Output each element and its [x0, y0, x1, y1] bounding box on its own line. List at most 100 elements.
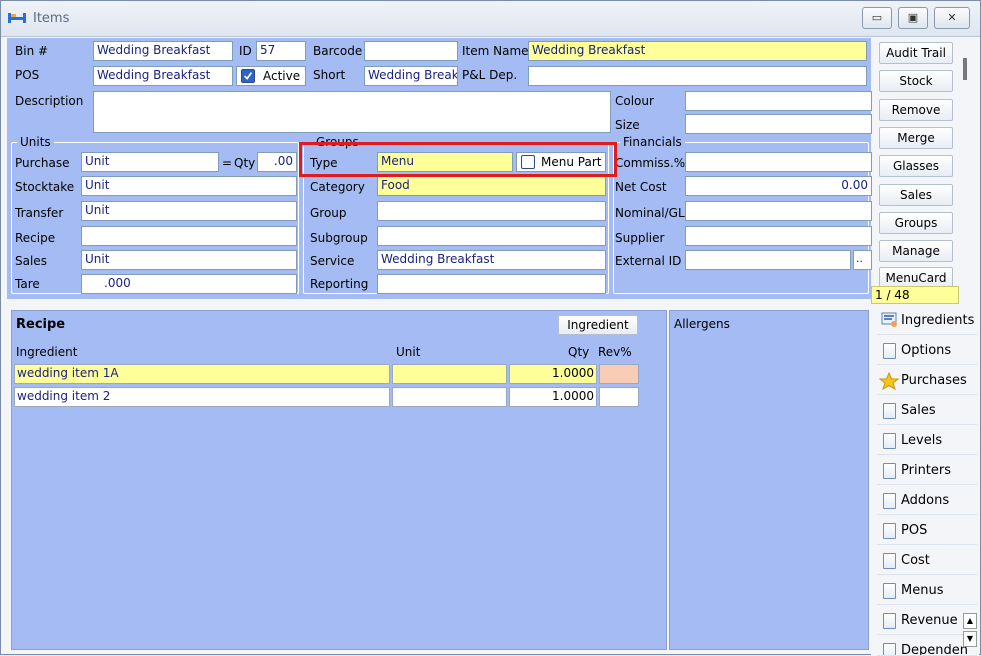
supplier-field[interactable]: [685, 226, 872, 246]
tab-label: Printers: [901, 463, 952, 478]
tab-levels[interactable]: Levels: [877, 427, 977, 455]
groups-button[interactable]: Groups: [879, 212, 953, 234]
recipe-unit-field[interactable]: [81, 226, 297, 246]
tab-label: Menus: [901, 583, 944, 598]
tab-options[interactable]: Options: [877, 337, 977, 365]
row-ingredient-cell[interactable]: wedding item 2: [14, 387, 390, 407]
subgroup-field[interactable]: [377, 226, 606, 246]
ingredient-button[interactable]: Ingredient: [558, 315, 638, 335]
pos-field[interactable]: Wedding Breakfast: [93, 66, 233, 86]
top-scrollbar[interactable]: [959, 38, 973, 300]
tab-purchases[interactable]: Purchases: [877, 367, 977, 395]
external-id-lookup-button[interactable]: ..: [853, 250, 872, 270]
manage-button[interactable]: Manage: [879, 240, 953, 262]
qty-label: Qty: [234, 156, 256, 170]
allergens-title: Allergens: [674, 317, 730, 331]
row-unit-cell[interactable]: [392, 387, 507, 407]
sales-unit-field[interactable]: Unit: [81, 250, 297, 270]
sales-unit-label: Sales: [15, 254, 47, 268]
sales-button[interactable]: Sales: [879, 184, 953, 206]
items-window: Items ▭ ▣ ✕ Bin # Wedding Breakfast ID 5…: [0, 0, 981, 656]
tab-ingredients[interactable]: Ingredients: [877, 307, 977, 335]
tab-cost[interactable]: Cost: [877, 547, 977, 575]
reporting-field[interactable]: [377, 274, 606, 294]
active-checkbox[interactable]: [241, 69, 255, 83]
tare-field[interactable]: .000: [81, 274, 297, 294]
document-icon: [883, 613, 896, 629]
size-field[interactable]: [685, 114, 872, 134]
tab-revenue[interactable]: Revenue: [877, 607, 977, 635]
nominal-field[interactable]: [685, 201, 872, 221]
minimize-button[interactable]: ▭: [862, 7, 892, 29]
external-id-field[interactable]: [685, 250, 851, 270]
allergens-panel: Allergens: [669, 310, 869, 650]
pos-label: POS: [15, 68, 40, 82]
supplier-label: Supplier: [615, 231, 665, 245]
maximize-button[interactable]: ▣: [898, 7, 928, 29]
id-field[interactable]: 57: [256, 41, 306, 61]
colour-label: Colour: [615, 94, 654, 108]
transfer-field[interactable]: Unit: [81, 201, 297, 221]
arrow-up-icon: ▲: [966, 616, 974, 625]
active-checkbox-container[interactable]: Active: [236, 66, 306, 86]
col-qty-header: Qty: [568, 345, 590, 359]
col-rev-header: Rev%: [598, 345, 632, 359]
close-button[interactable]: ✕: [934, 7, 970, 29]
barcode-field[interactable]: [364, 41, 458, 61]
size-label: Size: [615, 118, 640, 132]
qty-field[interactable]: .00: [257, 152, 297, 172]
row-unit-cell[interactable]: [392, 364, 507, 384]
barcode-label: Barcode: [313, 44, 363, 58]
category-label: Category: [310, 180, 365, 194]
document-icon: [883, 583, 896, 599]
tab-printers[interactable]: Printers: [877, 457, 977, 485]
category-field[interactable]: Food: [377, 176, 606, 196]
financials-group-title: Financials: [620, 135, 685, 149]
pl-dep-field[interactable]: [528, 66, 867, 86]
tab-label: Dependen: [901, 643, 968, 656]
recipe-title: Recipe: [16, 317, 66, 332]
stocktake-field[interactable]: Unit: [81, 176, 297, 196]
maximize-icon: ▣: [907, 11, 919, 24]
external-id-label: External ID: [615, 254, 682, 268]
short-field[interactable]: Wedding Break: [364, 66, 458, 86]
net-cost-label: Net Cost: [615, 180, 667, 194]
recipe-panel: Recipe Ingredient Ingredient Unit Qty Re…: [11, 310, 667, 650]
row-rev-cell[interactable]: [599, 364, 639, 384]
audit-trail-button[interactable]: Audit Trail: [879, 42, 953, 64]
description-field[interactable]: [93, 91, 611, 133]
subgroup-label: Subgroup: [310, 231, 368, 245]
group-field[interactable]: [377, 201, 606, 221]
item-name-field[interactable]: Wedding Breakfast: [528, 41, 867, 61]
scroll-down-button[interactable]: ▼: [963, 631, 977, 647]
tab-addons[interactable]: Addons: [877, 487, 977, 515]
glasses-button[interactable]: Glasses: [879, 155, 953, 177]
scrollbar-thumb[interactable]: [963, 58, 967, 80]
document-icon: [883, 403, 896, 419]
tare-label: Tare: [15, 277, 40, 291]
bin-field[interactable]: Wedding Breakfast: [93, 41, 233, 61]
tab-dependen[interactable]: Dependen: [877, 637, 977, 656]
purchase-field[interactable]: Unit: [81, 152, 219, 172]
tab-sales[interactable]: Sales: [877, 397, 977, 425]
stock-button[interactable]: Stock: [879, 70, 953, 92]
service-field[interactable]: Wedding Breakfast: [377, 250, 606, 270]
checkmark-icon: [243, 72, 253, 80]
remove-button[interactable]: Remove: [879, 99, 953, 121]
tab-menus[interactable]: Menus: [877, 577, 977, 605]
scroll-up-button[interactable]: ▲: [963, 613, 977, 629]
row-ingredient-cell[interactable]: wedding item 1A: [14, 364, 390, 384]
colour-field[interactable]: [685, 91, 872, 111]
row-qty-cell[interactable]: 1.0000: [509, 364, 597, 384]
commiss-field[interactable]: [685, 152, 872, 172]
net-cost-field[interactable]: 0.00: [685, 176, 872, 196]
pl-dep-label: P&L Dep.: [462, 68, 518, 82]
document-icon: [883, 553, 896, 569]
row-rev-cell[interactable]: [599, 387, 639, 407]
merge-button[interactable]: Merge: [879, 127, 953, 149]
tab-label: Sales: [901, 403, 936, 418]
row-qty-cell[interactable]: 1.0000: [509, 387, 597, 407]
tab-pos[interactable]: POS: [877, 517, 977, 545]
reporting-label: Reporting: [310, 277, 369, 291]
close-icon: ✕: [947, 11, 957, 24]
